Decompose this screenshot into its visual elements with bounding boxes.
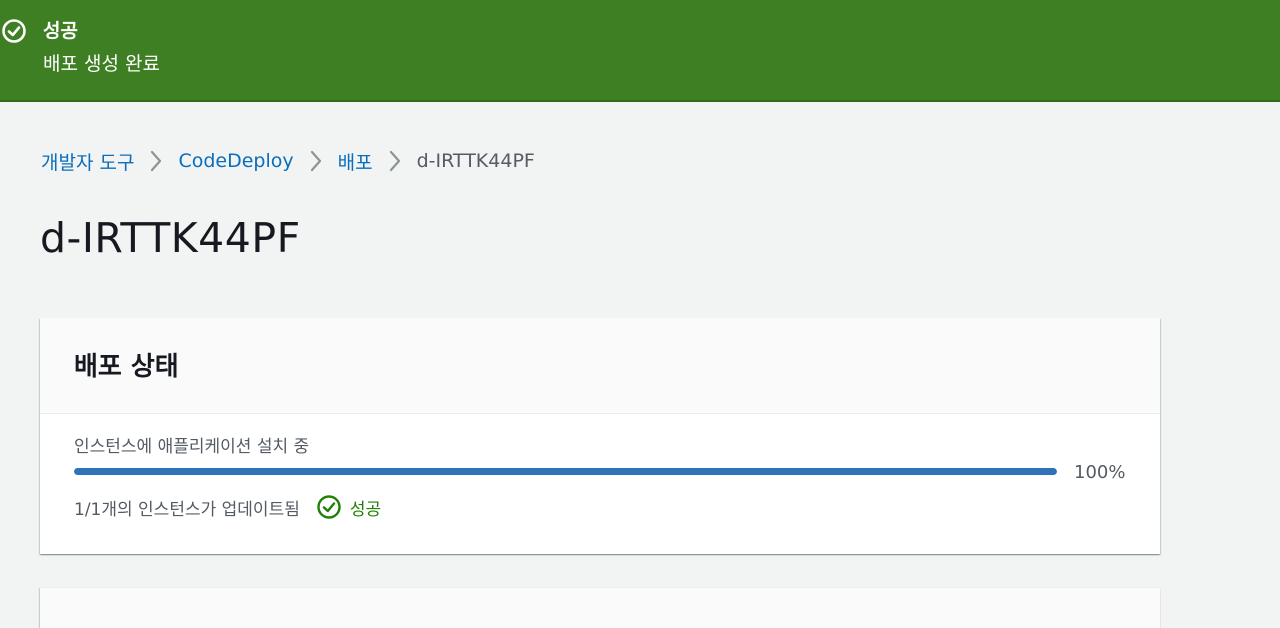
- panel-header: 배포 상태: [40, 318, 1160, 414]
- progress-bar: [74, 468, 1057, 475]
- breadcrumb-current: d-IRTTK44PF: [416, 150, 535, 172]
- page-title: d-IRTTK44PF: [40, 214, 301, 262]
- chevron-right-icon: [294, 146, 338, 176]
- success-flash-banner: 성공 배포 생성 완료: [0, 0, 1280, 102]
- breadcrumb-codedeploy[interactable]: CodeDeploy: [178, 150, 293, 172]
- chevron-right-icon: [373, 146, 417, 176]
- deployment-status-panel: 배포 상태 인스턴스에 애플리케이션 설치 중 100% 1/1개의 인스턴스가…: [40, 318, 1160, 554]
- check-circle-icon: [1, 18, 27, 44]
- check-circle-icon: [316, 494, 350, 520]
- progress-bar-fill: [74, 468, 1057, 475]
- breadcrumb-deployments[interactable]: 배포: [338, 148, 373, 175]
- instances-updated-text: 1/1개의 인스턴스가 업데이트됨: [74, 499, 300, 520]
- panel-title: 배포 상태: [74, 352, 179, 382]
- progress-label: 인스턴스에 애플리케이션 설치 중: [74, 437, 310, 457]
- next-panel: [40, 588, 1160, 628]
- breadcrumb: 개발자 도구 CodeDeploy 배포 d-IRTTK44PF: [41, 146, 535, 176]
- flash-message: 배포 생성 완료: [43, 53, 160, 75]
- instance-status-row: 1/1개의 인스턴스가 업데이트됨 성공: [74, 494, 381, 520]
- flash-title: 성공: [43, 20, 78, 42]
- chevron-right-icon: [134, 146, 178, 176]
- breadcrumb-developer-tools[interactable]: 개발자 도구: [41, 148, 134, 175]
- status-badge: 성공: [316, 494, 381, 520]
- status-text: 성공: [349, 499, 382, 520]
- progress-percent: 100%: [1074, 462, 1126, 483]
